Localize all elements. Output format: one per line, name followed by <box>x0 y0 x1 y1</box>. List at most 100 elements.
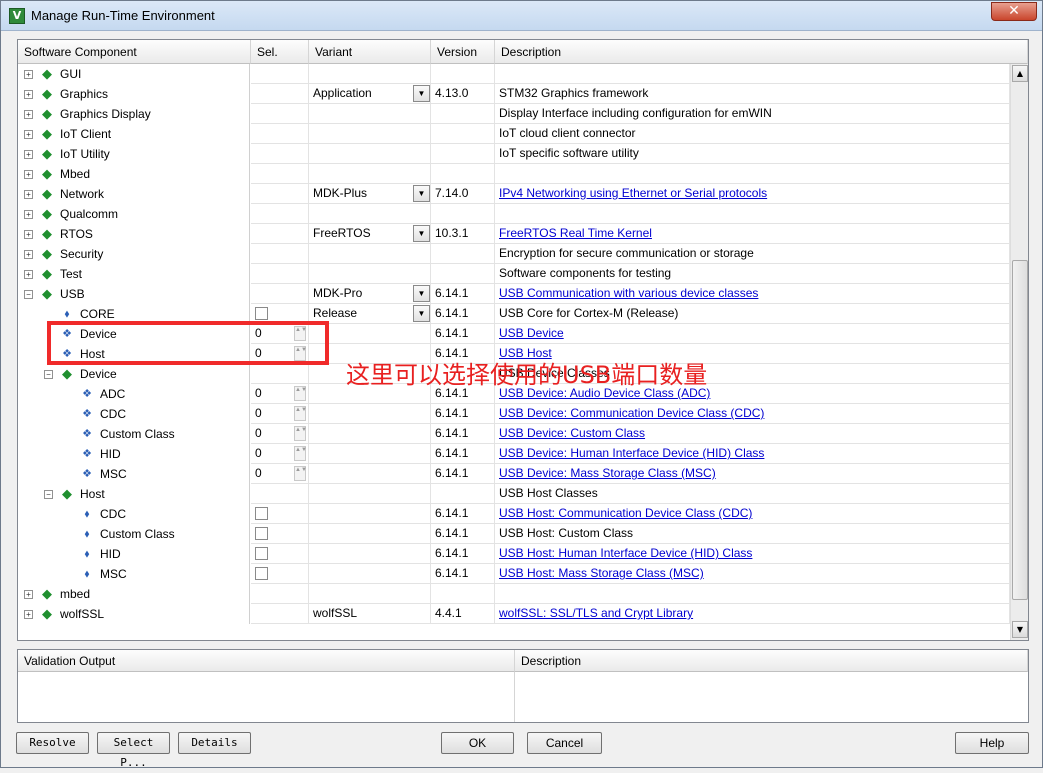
variant-cell[interactable] <box>309 464 431 484</box>
sel-cell[interactable] <box>251 164 309 184</box>
instance-count[interactable]: 0 <box>255 426 262 440</box>
expand-icon[interactable]: + <box>24 190 33 199</box>
spinner-icon[interactable]: ▲▼ <box>294 386 307 401</box>
expand-icon[interactable]: + <box>24 270 33 279</box>
variant-cell[interactable] <box>309 584 431 604</box>
tree-row[interactable]: + ◆ Test <box>18 264 250 284</box>
variant-cell[interactable] <box>309 504 431 524</box>
expand-icon[interactable]: + <box>24 130 33 139</box>
sel-cell[interactable]: 0 ▲▼ <box>251 444 309 464</box>
validation-description-header[interactable]: Description <box>515 650 1028 672</box>
tree-row[interactable]: + ◆ IoT Utility <box>18 144 250 164</box>
tree-row[interactable]: + ◆ Network <box>18 184 250 204</box>
scroll-up-icon[interactable]: ▲ <box>1012 65 1028 82</box>
description-cell[interactable]: USB Device: Custom Class <box>495 424 1010 444</box>
tree-row[interactable]: ❖ ADC <box>18 384 250 404</box>
tree-row[interactable]: + ◆ Graphics <box>18 84 250 104</box>
description-link[interactable]: IPv4 Networking using Ethernet or Serial… <box>499 186 767 200</box>
expand-icon[interactable]: + <box>24 110 33 119</box>
tree-row[interactable]: + ◆ Graphics Display <box>18 104 250 124</box>
scroll-down-icon[interactable]: ▼ <box>1012 621 1028 638</box>
tree-row[interactable]: + ◆ wolfSSL <box>18 604 250 624</box>
sel-cell[interactable] <box>251 244 309 264</box>
resolve-button[interactable]: Resolve <box>16 732 89 754</box>
tree-row[interactable]: ❖ MSC <box>18 464 250 484</box>
sel-cell[interactable] <box>251 204 309 224</box>
tree-row[interactable]: + ◆ GUI <box>18 64 250 84</box>
expand-icon[interactable]: + <box>24 590 33 599</box>
description-cell[interactable]: wolfSSL: SSL/TLS and Crypt Library <box>495 604 1010 624</box>
sel-cell[interactable] <box>251 564 309 584</box>
select-packs-button[interactable]: Select P... <box>97 732 170 769</box>
variant-cell[interactable] <box>309 524 431 544</box>
description-cell[interactable]: USB Host: Mass Storage Class (MSC) <box>495 564 1010 584</box>
vertical-scrollbar[interactable]: ▲ ▼ <box>1010 64 1028 640</box>
tree-row[interactable]: + ◆ Mbed <box>18 164 250 184</box>
tree-row[interactable]: + ◆ RTOS <box>18 224 250 244</box>
variant-cell[interactable] <box>309 484 431 504</box>
chevron-down-icon[interactable]: ▼ <box>413 85 430 102</box>
tree-row[interactable]: + ◆ mbed <box>18 584 250 604</box>
col-header-sel[interactable]: Sel. <box>251 40 309 64</box>
validation-output-header[interactable]: Validation Output <box>18 650 515 672</box>
description-link[interactable]: USB Device: Communication Device Class (… <box>499 406 764 420</box>
sel-cell[interactable]: 0 ▲▼ <box>251 384 309 404</box>
variant-cell[interactable]: wolfSSL <box>309 604 431 624</box>
tree-row[interactable]: − ◆ USB <box>18 284 250 304</box>
spinner-icon[interactable]: ▲▼ <box>294 466 307 481</box>
cancel-button[interactable]: Cancel <box>527 732 602 754</box>
instance-count[interactable]: 0 <box>255 406 262 420</box>
sel-cell[interactable] <box>251 184 309 204</box>
instance-count[interactable]: 0 <box>255 446 262 460</box>
select-checkbox[interactable] <box>255 507 268 520</box>
expand-icon[interactable]: + <box>24 170 33 179</box>
scrollbar-thumb[interactable] <box>1012 260 1028 600</box>
tree-row[interactable]: ⬧ CDC <box>18 504 250 524</box>
select-checkbox[interactable] <box>255 567 268 580</box>
sel-cell[interactable] <box>251 604 309 624</box>
variant-cell[interactable] <box>309 104 431 124</box>
variant-cell[interactable] <box>309 244 431 264</box>
spinner-icon[interactable]: ▲▼ <box>294 406 307 421</box>
expand-icon[interactable]: + <box>24 230 33 239</box>
chevron-down-icon[interactable]: ▼ <box>413 225 430 242</box>
description-cell[interactable]: USB Communication with various device cl… <box>495 284 1010 304</box>
sel-cell[interactable] <box>251 544 309 564</box>
tree-row[interactable]: ⬧ MSC <box>18 564 250 584</box>
variant-cell[interactable] <box>309 444 431 464</box>
description-cell[interactable]: USB Device <box>495 324 1010 344</box>
sel-cell[interactable]: 0 ▲▼ <box>251 404 309 424</box>
variant-cell[interactable] <box>309 544 431 564</box>
expand-icon[interactable]: + <box>24 150 33 159</box>
tree-row[interactable]: − ◆ Device <box>18 364 250 384</box>
title-bar[interactable]: V Manage Run-Time Environment ✕ <box>1 1 1042 31</box>
select-checkbox[interactable] <box>255 547 268 560</box>
expand-icon[interactable]: + <box>24 70 33 79</box>
col-header-version[interactable]: Version <box>431 40 495 64</box>
description-cell[interactable]: FreeRTOS Real Time Kernel <box>495 224 1010 244</box>
select-checkbox[interactable] <box>255 307 268 320</box>
description-link[interactable]: USB Host: Human Interface Device (HID) C… <box>499 546 752 560</box>
instance-count[interactable]: 0 <box>255 466 262 480</box>
help-button[interactable]: Help <box>955 732 1029 754</box>
col-header-description[interactable]: Description <box>495 40 1028 64</box>
variant-cell[interactable] <box>309 64 431 84</box>
variant-cell[interactable] <box>309 404 431 424</box>
tree-row[interactable]: − ◆ Host <box>18 484 250 504</box>
sel-cell[interactable] <box>251 144 309 164</box>
sel-cell[interactable] <box>251 64 309 84</box>
tree-row[interactable]: ❖ CDC <box>18 404 250 424</box>
expand-icon[interactable]: + <box>24 90 33 99</box>
collapse-icon[interactable]: − <box>24 290 33 299</box>
variant-cell[interactable]: MDK-Pro ▼ <box>309 284 431 304</box>
description-cell[interactable]: USB Device: Communication Device Class (… <box>495 404 1010 424</box>
variant-cell[interactable] <box>309 264 431 284</box>
variant-cell[interactable] <box>309 124 431 144</box>
description-cell[interactable]: USB Host: Communication Device Class (CD… <box>495 504 1010 524</box>
tree-row[interactable]: ❖ Custom Class <box>18 424 250 444</box>
instance-count[interactable]: 0 <box>255 386 262 400</box>
variant-cell[interactable] <box>309 204 431 224</box>
chevron-down-icon[interactable]: ▼ <box>413 305 430 322</box>
sel-cell[interactable] <box>251 364 309 384</box>
spinner-icon[interactable]: ▲▼ <box>294 446 307 461</box>
